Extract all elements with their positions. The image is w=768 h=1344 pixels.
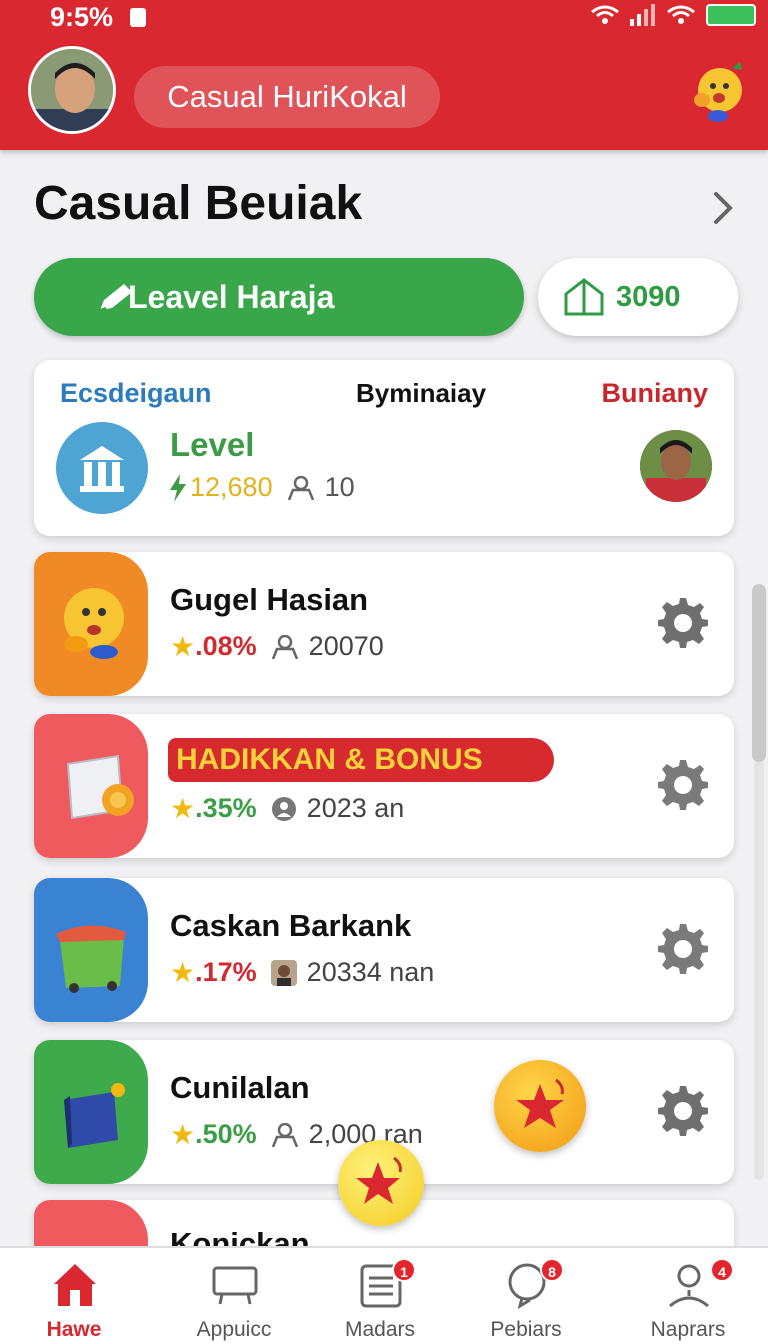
- game-rating: .50%: [195, 1119, 257, 1149]
- nav-item-pebiars[interactable]: 8 Pebiars: [456, 1248, 596, 1344]
- game-title: Cunilalan: [170, 1070, 310, 1105]
- player-avatar[interactable]: [640, 430, 712, 502]
- points-pill[interactable]: 3090: [538, 258, 738, 336]
- game-card[interactable]: Caskan Barkank ★ .17% 20334 nan: [34, 878, 734, 1022]
- game-players: 20334 nan: [306, 957, 435, 987]
- nav-item-naprars[interactable]: 4 Naprars: [618, 1248, 758, 1344]
- wifi-icon-secondary: [667, 5, 695, 24]
- game-thumb: [34, 878, 148, 1022]
- game-players: 2023 an: [306, 793, 405, 823]
- bonus-banner: HADIKKAN & BONUS: [168, 738, 554, 782]
- people-icon: [271, 634, 298, 659]
- nav-label: Hawe: [46, 1318, 102, 1341]
- favorite-star-button[interactable]: [338, 1140, 424, 1226]
- status-bar: 9:5%: [0, 0, 768, 34]
- game-thumb: [34, 1040, 148, 1184]
- home-icon: [54, 1264, 96, 1306]
- tab-byminaiay[interactable]: Byminaiay: [356, 378, 486, 409]
- tab-ecsdeigaun[interactable]: Ecsdeigaun: [60, 378, 212, 409]
- app-title[interactable]: Casual HuriKokal: [134, 66, 440, 128]
- settings-gear-icon[interactable]: [656, 758, 710, 812]
- game-stats: ★ .08% 20070: [170, 630, 384, 663]
- gift-box-icon: [564, 278, 604, 316]
- game-card[interactable]: Gugel Hasian ★ .08% 20070: [34, 552, 734, 696]
- star-icon: ★: [170, 957, 196, 988]
- stats-count: 10: [324, 472, 355, 502]
- game-rating: .35%: [195, 793, 257, 823]
- nav-label: Appuicc: [196, 1318, 272, 1341]
- stats-card: Ecsdeigaun Byminaiay Buniany Level 12,68…: [34, 360, 734, 536]
- nav-item-home[interactable]: Hawe: [4, 1248, 144, 1344]
- points-value: 3090: [616, 281, 681, 313]
- app-header: 9:5% Casual HuriKokal: [0, 0, 768, 150]
- person-icon: [271, 796, 296, 821]
- people-icon: [271, 1122, 298, 1147]
- settings-gear-icon[interactable]: [656, 596, 710, 650]
- status-icons: [590, 4, 756, 26]
- people-icon: [287, 475, 314, 500]
- notification-badge: 1: [392, 1258, 416, 1282]
- profile-pin-icon: [669, 1264, 709, 1308]
- signal-icon: [630, 4, 655, 26]
- reward-star-button[interactable]: [494, 1060, 586, 1152]
- battery-icon: [706, 4, 756, 26]
- notification-badge: 4: [710, 1258, 734, 1282]
- stats-amount: 12,680: [190, 472, 273, 502]
- wifi-icon: [591, 5, 619, 24]
- mascot-icon[interactable]: [688, 62, 748, 126]
- game-stats: ★ .17% 20334 nan: [170, 956, 434, 989]
- game-card[interactable]: HADIKKAN & BONUS ★ .35% 2023 an: [34, 714, 734, 858]
- section-title: Casual Beuiak: [34, 177, 363, 230]
- stats-line: 12,680 10: [168, 472, 355, 503]
- monitor-icon: [212, 1266, 258, 1305]
- nav-item-apps[interactable]: Appuicc: [164, 1248, 304, 1344]
- star-icon: ★: [170, 631, 196, 662]
- game-stats: ★ .35% 2023 an: [170, 792, 404, 825]
- bottom-nav: Hawe Appuicc 1 Madars 8 Pebiars 4 Naprar…: [0, 1246, 768, 1344]
- game-title: Caskan Barkank: [170, 908, 412, 943]
- notification-icon: [130, 8, 146, 27]
- scrollbar-thumb[interactable]: [752, 584, 766, 762]
- bolt-icon: [170, 473, 186, 502]
- game-thumb: [34, 552, 148, 696]
- bank-icon: [56, 422, 148, 514]
- game-rating: .17%: [195, 957, 257, 987]
- star-icon: ★: [170, 1119, 196, 1150]
- settings-gear-icon[interactable]: [656, 1084, 710, 1138]
- status-time: 9:5%: [50, 2, 114, 32]
- nav-label: Madars: [344, 1318, 416, 1341]
- tab-buniany[interactable]: Buniany: [601, 378, 708, 409]
- settings-gear-icon[interactable]: [656, 922, 710, 976]
- level-label: Level: [170, 426, 255, 463]
- notification-badge: 8: [540, 1258, 564, 1282]
- user-avatar[interactable]: [28, 46, 116, 134]
- level-button[interactable]: Leavel Haraja: [34, 258, 524, 336]
- star-icon: ★: [170, 793, 196, 824]
- game-players: 20070: [308, 631, 384, 661]
- chevron-right-icon[interactable]: [706, 188, 740, 228]
- nav-item-madars[interactable]: 1 Madars: [310, 1248, 450, 1344]
- scroll-track[interactable]: [754, 760, 764, 1180]
- level-button-label: Leavel Haraja: [128, 279, 335, 315]
- nav-label: Naprars: [650, 1318, 726, 1341]
- user-photo-icon: [270, 959, 297, 986]
- game-rating: .08%: [195, 631, 257, 661]
- game-thumb: [34, 714, 148, 858]
- nav-label: Pebiars: [490, 1318, 562, 1341]
- game-title: Gugel Hasian: [170, 582, 369, 617]
